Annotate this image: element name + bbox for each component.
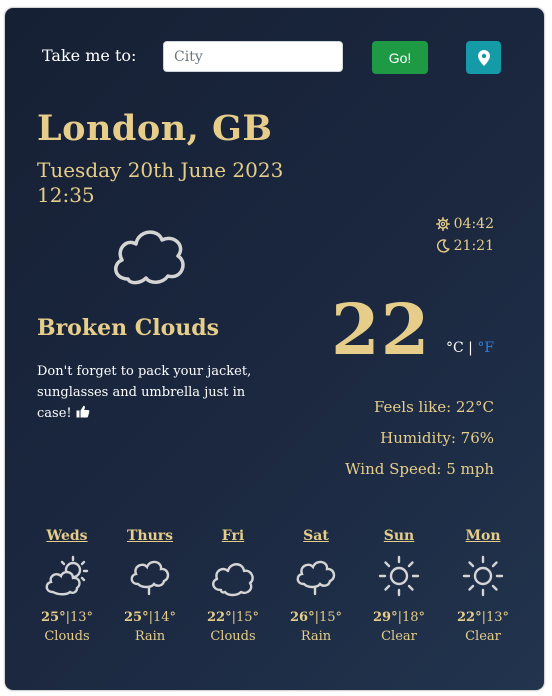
weather-card: Take me to: Go! London, GB Tuesday 20th … — [5, 8, 544, 690]
go-button[interactable]: Go! — [372, 41, 428, 74]
forecast-high: 26° — [289, 610, 315, 625]
forecast-low: 13° — [69, 610, 94, 625]
forecast-desc: Clouds — [210, 629, 256, 644]
forecast-desc: Rain — [300, 629, 332, 644]
forecast-day-link[interactable]: Mon — [441, 528, 525, 544]
fahrenheit-link[interactable]: °F — [477, 340, 494, 356]
forecast-temps: 26°|15° — [289, 610, 343, 625]
forecast-day: Sat 26°|15° Rain — [274, 528, 358, 644]
forecast-low: 15° — [318, 610, 343, 625]
moon-icon — [436, 239, 450, 253]
thumbs-up-icon — [76, 405, 90, 418]
city-input[interactable] — [163, 41, 343, 72]
forecast-high: 22° — [206, 610, 232, 625]
forecast-list: Weds 25°|13° Clouds Thurs 25°|14° Rain F… — [25, 528, 525, 668]
forecast-day-link[interactable]: Weds — [25, 528, 109, 544]
feels-like: Feels like: 22°C — [373, 398, 494, 416]
sunrise-gear-icon — [435, 217, 450, 231]
current-temperature: 22 — [331, 288, 431, 371]
unit-separator: | — [463, 340, 478, 356]
humidity: Humidity: 76% — [380, 429, 494, 447]
forecast-desc: Clear — [465, 629, 501, 644]
current-location-button[interactable] — [466, 41, 501, 74]
forecast-day-link[interactable]: Thurs — [108, 528, 192, 544]
forecast-day: Weds 25°|13° Clouds — [25, 528, 109, 644]
current-time: 12:35 — [37, 183, 95, 207]
sunset-row: 21:21 — [436, 238, 494, 254]
map-pin-icon — [477, 49, 490, 66]
weather-condition: Broken Clouds — [37, 315, 220, 341]
forecast-day: Fri 22°|15° Clouds — [191, 528, 275, 644]
search-label: Take me to: — [42, 46, 137, 65]
forecast-low: 15° — [235, 610, 260, 625]
unit-toggle: °C | °F — [446, 340, 494, 356]
forecast-high: 29° — [372, 610, 398, 625]
rain-cloud-icon — [130, 560, 170, 596]
weather-advice: Don't forget to pack your jacket, sungla… — [37, 361, 267, 424]
forecast-high: 25° — [123, 610, 149, 625]
forecast-high: 25° — [40, 610, 66, 625]
cloud-icon — [212, 563, 254, 597]
wind-speed: Wind Speed: 5 mph — [345, 460, 494, 478]
forecast-day: Sun 29°|18° Clear — [357, 528, 441, 644]
sun-icon — [378, 555, 420, 597]
city-name: London, GB — [37, 108, 273, 149]
forecast-low: 18° — [401, 610, 426, 625]
forecast-temps: 29°|18° — [372, 610, 426, 625]
forecast-low: 14° — [152, 610, 177, 625]
forecast-temps: 25°|14° — [123, 610, 177, 625]
forecast-desc: Rain — [134, 629, 166, 644]
sun-cloud-icon — [45, 555, 89, 596]
forecast-day: Mon 22°|13° Clear — [441, 528, 525, 644]
current-date: Tuesday 20th June 2023 — [37, 158, 284, 182]
sunrise-row: 04:42 — [435, 216, 494, 232]
sunrise-time: 04:42 — [453, 216, 494, 232]
forecast-temps: 22°|15° — [206, 610, 260, 625]
forecast-low: 13° — [485, 610, 510, 625]
forecast-temps: 22°|13° — [456, 610, 510, 625]
forecast-day-link[interactable]: Sun — [357, 528, 441, 544]
forecast-desc: Clear — [381, 629, 417, 644]
forecast-day-link[interactable]: Fri — [191, 528, 275, 544]
forecast-desc: Clouds — [44, 629, 90, 644]
celsius-link[interactable]: °C — [446, 340, 464, 356]
sun-icon — [462, 555, 504, 597]
forecast-high: 22° — [456, 610, 482, 625]
forecast-day-link[interactable]: Sat — [274, 528, 358, 544]
forecast-day: Thurs 25°|14° Rain — [108, 528, 192, 644]
sunset-time: 21:21 — [453, 238, 494, 254]
rain-cloud-icon — [296, 560, 336, 596]
cloud-icon — [114, 230, 185, 285]
advice-text: Don't forget to pack your jacket, sungla… — [37, 364, 252, 421]
forecast-temps: 25°|13° — [40, 610, 94, 625]
